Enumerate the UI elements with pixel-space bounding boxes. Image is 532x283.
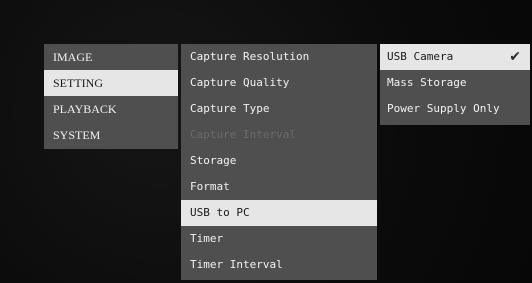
option-usb-camera-label: USB Camera (387, 50, 454, 63)
submenu-item-storage[interactable]: Storage (181, 148, 377, 174)
option-usb-camera[interactable]: USB Camera ✔ (380, 44, 530, 70)
main-menu: IMAGE SETTING PLAYBACK SYSTEM (44, 44, 178, 149)
submenu-item-timer-interval[interactable]: Timer Interval (181, 252, 377, 278)
setting-submenu: Capture Resolution Capture Quality Captu… (181, 44, 377, 280)
submenu-item-capture-interval: Capture Interval (190, 128, 296, 141)
menu-item-image[interactable]: IMAGE (44, 44, 178, 70)
checkmark-icon: ✔ (509, 49, 521, 65)
submenu-item-timer[interactable]: Timer (181, 226, 377, 252)
submenu-item-capture-quality[interactable]: Capture Quality (181, 70, 377, 96)
menu-item-playback[interactable]: PLAYBACK (44, 96, 178, 122)
option-mass-storage[interactable]: Mass Storage (380, 70, 530, 96)
menu-item-system[interactable]: SYSTEM (44, 122, 178, 148)
usb-options-menu: USB Camera ✔ Mass Storage Power Supply O… (380, 44, 530, 125)
submenu-item-format[interactable]: Format (181, 174, 377, 200)
submenu-item-usb-to-pc[interactable]: USB to PC (181, 200, 377, 226)
option-power-supply-only[interactable]: Power Supply Only (380, 96, 530, 122)
submenu-item-capture-type[interactable]: Capture Type (181, 96, 377, 122)
submenu-item-capture-resolution[interactable]: Capture Resolution (181, 44, 377, 70)
camera-menu-screen: IMAGE SETTING PLAYBACK SYSTEM Capture Re… (0, 0, 532, 283)
menu-item-setting[interactable]: SETTING (44, 70, 178, 96)
